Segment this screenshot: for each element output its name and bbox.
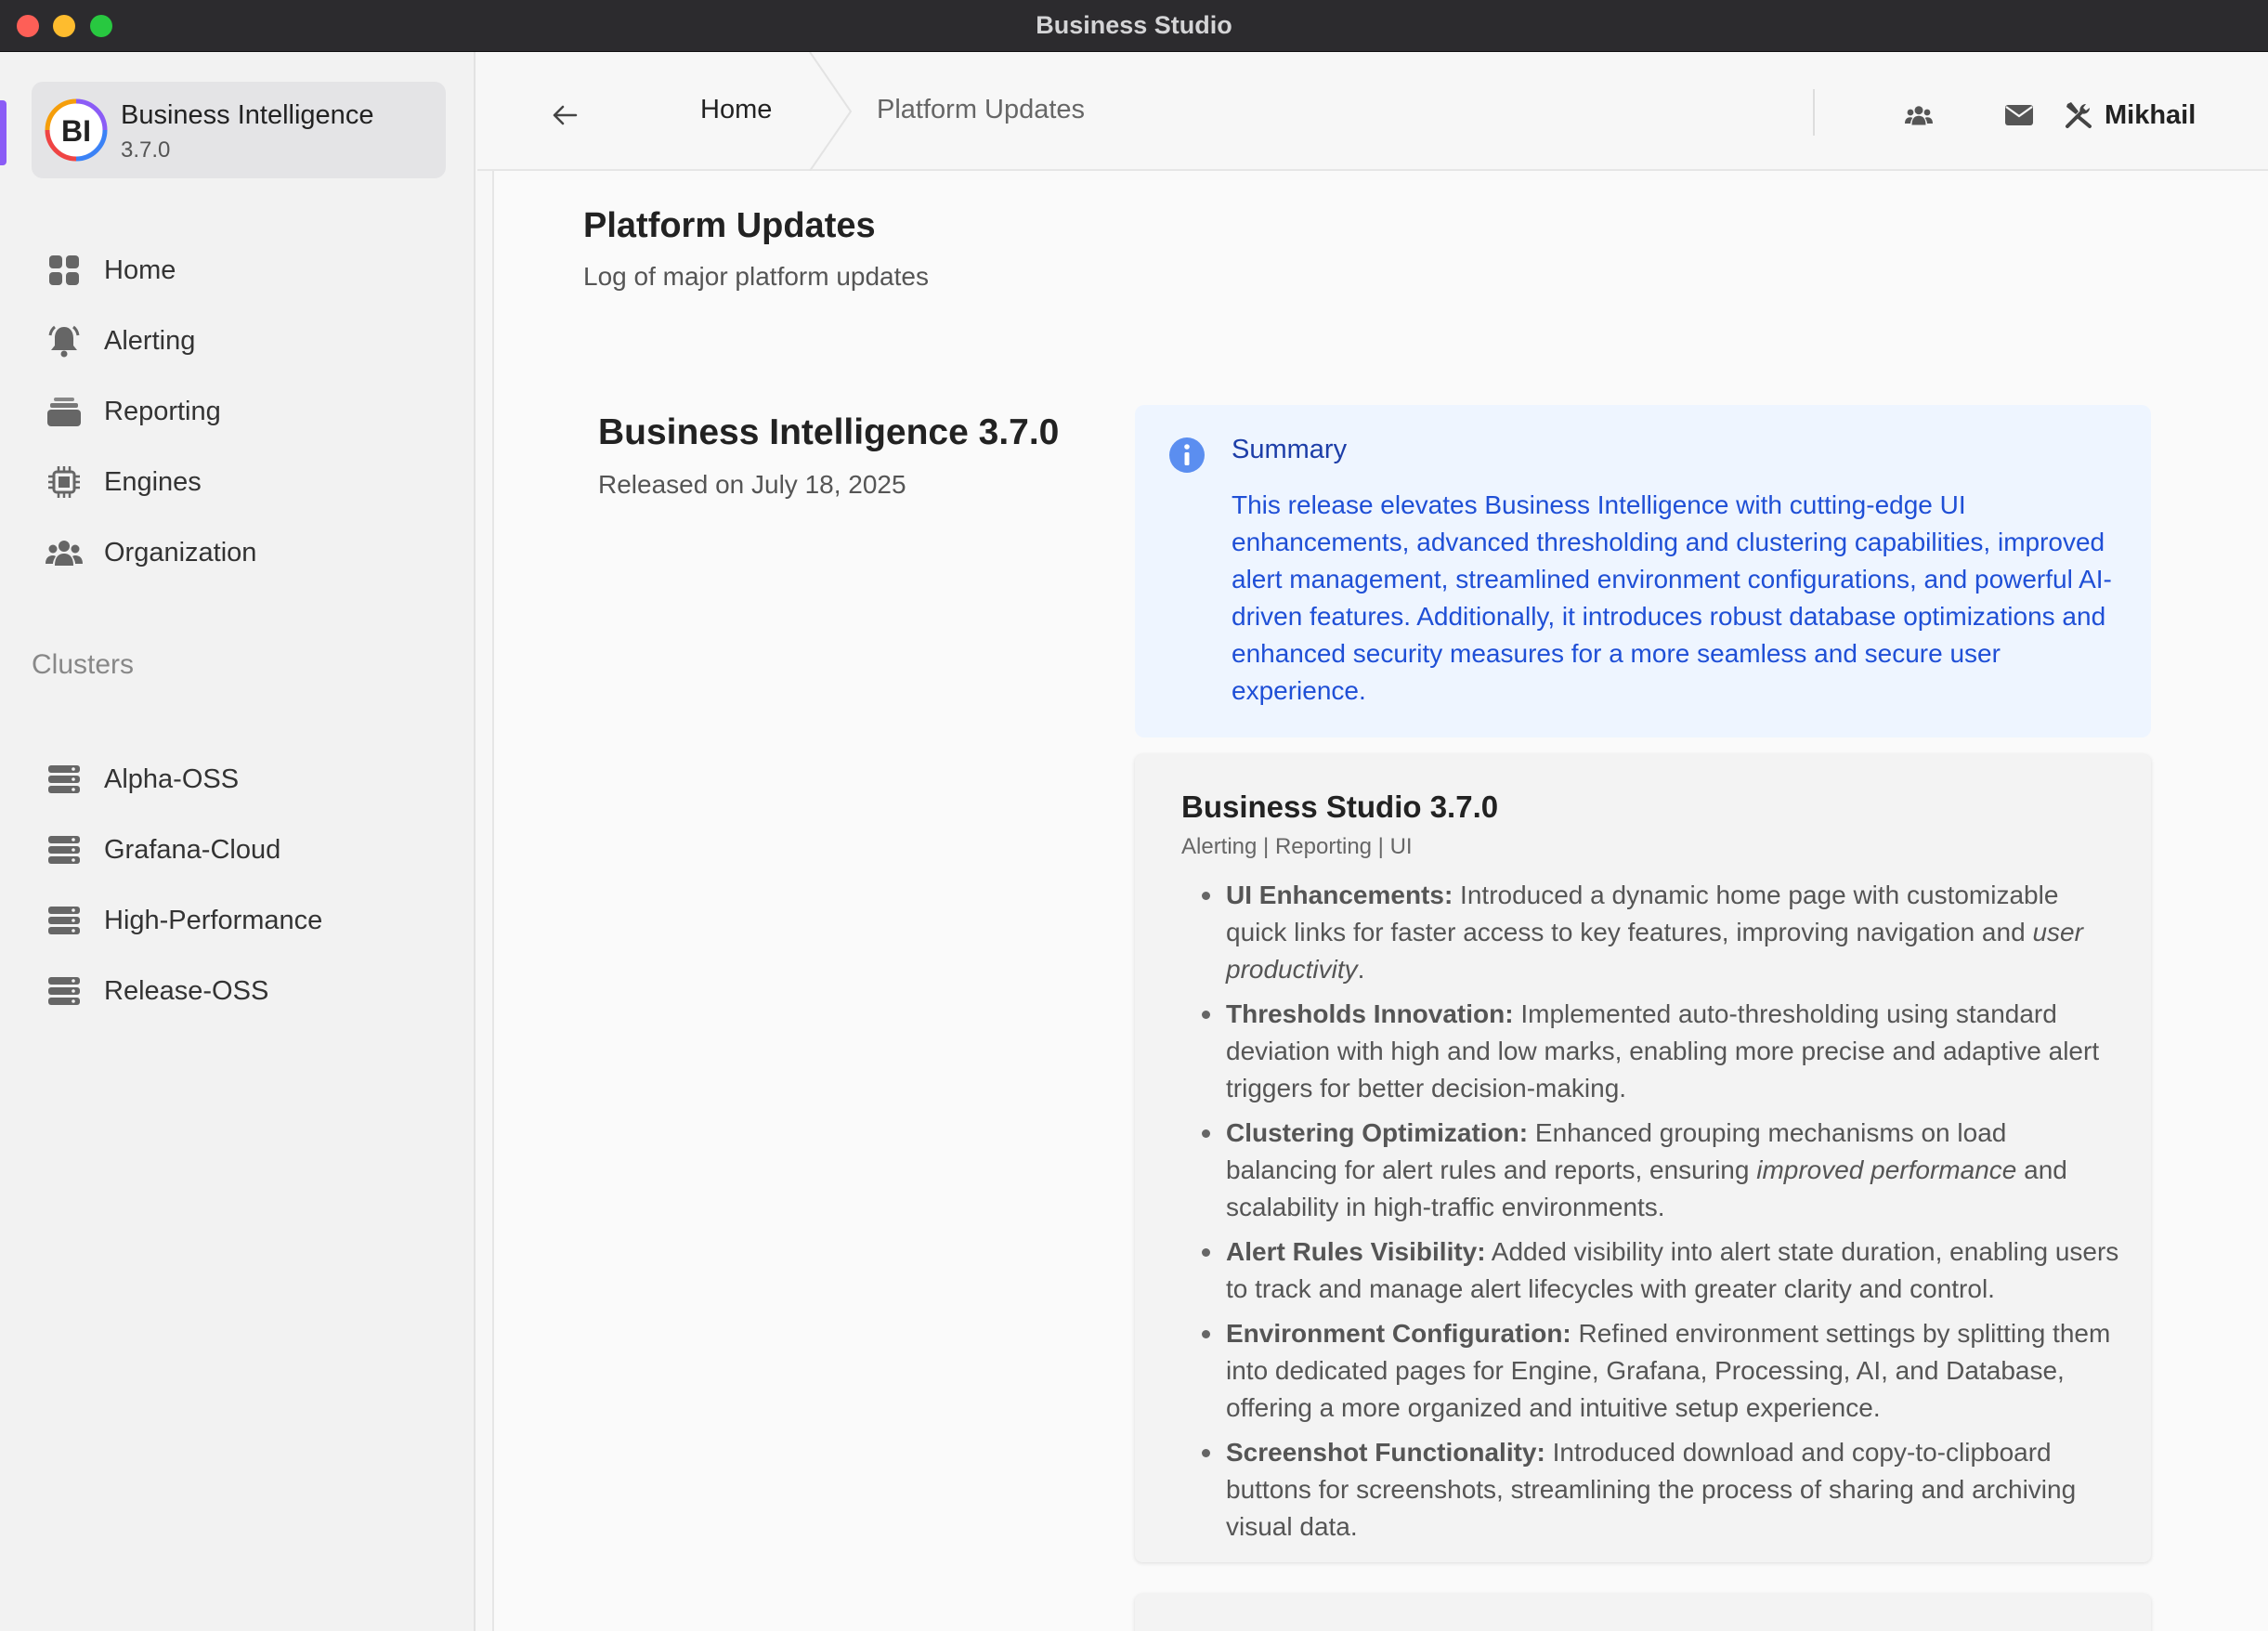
list-item: UI Enhancements: Introduced a dynamic ho… — [1181, 877, 2119, 988]
list-item: Thresholds Innovation: Implemented auto-… — [1181, 996, 2119, 1107]
back-button[interactable] — [537, 87, 593, 143]
sidebar-item-reporting[interactable]: Reporting — [32, 383, 446, 440]
header-divider — [1813, 89, 1815, 136]
change-list: UI Enhancements: Introduced a dynamic ho… — [1181, 877, 2119, 1553]
sidebar-item-grafana-cloud[interactable]: Grafana-Cloud — [32, 821, 446, 879]
server-icon — [32, 821, 97, 879]
title-bar: Business Studio — [0, 0, 2268, 52]
app-name: Business Intelligence — [121, 100, 374, 130]
sidebar-item-label: High-Performance — [104, 905, 323, 935]
app-accent-bar — [0, 100, 7, 165]
page-title: Platform Updates — [583, 206, 876, 245]
list-item: Environment Configuration: Refined envir… — [1181, 1315, 2119, 1427]
sidebar-item-alerting[interactable]: Alerting — [32, 312, 446, 370]
arrow-left-icon — [553, 105, 578, 125]
main-content: Platform Updates Log of major platform u… — [492, 171, 2268, 1631]
bell-icon — [32, 312, 97, 370]
sidebar-item-organization[interactable]: Organization — [32, 524, 446, 581]
summary-text: This release elevates Business Intellige… — [1232, 490, 2112, 705]
info-icon — [1169, 437, 1205, 473]
sidebar: BI Business Intelligence 3.7.0 Home Aler… — [0, 52, 476, 1631]
team-button[interactable] — [1891, 87, 1947, 143]
window-title: Business Studio — [1036, 11, 1232, 39]
clusters-section-label: Clusters — [32, 649, 135, 680]
sidebar-item-release-oss[interactable]: Release-OSS — [32, 962, 446, 1020]
server-icon — [32, 962, 97, 1020]
app-window: Business Studio BI Business Intelligence… — [0, 0, 2268, 1631]
list-item: Screenshot Functionality: Introduced dow… — [1181, 1434, 2119, 1546]
sidebar-item-label: Engines — [104, 466, 202, 497]
sidebar-item-label: Home — [104, 254, 176, 285]
detail-title: Business Studio 3.7.0 — [1181, 789, 1499, 824]
page-subtitle: Log of major platform updates — [583, 262, 929, 291]
summary-card: Summary This release elevates Business I… — [1135, 405, 2151, 737]
user-menu-button[interactable]: Mikhail — [2064, 87, 2196, 143]
server-icon — [32, 892, 97, 949]
breadcrumb-home[interactable]: Home — [700, 95, 772, 125]
next-release-card — [1135, 1594, 2151, 1631]
sidebar-item-label: Grafana-Cloud — [104, 834, 281, 865]
top-header: Home Platform Updates Mikhail — [477, 52, 2268, 171]
sidebar-item-alpha-oss[interactable]: Alpha-OSS — [32, 750, 446, 808]
breadcrumb-separator — [809, 52, 853, 171]
release-detail-card: Business Studio 3.7.0 Alerting | Reporti… — [1135, 754, 2151, 1562]
grid-icon — [32, 241, 97, 299]
sidebar-item-label: Organization — [104, 537, 257, 568]
tools-icon — [2066, 102, 2092, 128]
sidebar-item-high-performance[interactable]: High-Performance — [32, 892, 446, 949]
sidebar-item-label: Release-OSS — [104, 975, 269, 1006]
sidebar-item-engines[interactable]: Engines — [32, 453, 446, 511]
sidebar-item-label: Alpha-OSS — [104, 763, 240, 794]
sidebar-item-label: Alerting — [104, 325, 196, 356]
app-version: 3.7.0 — [121, 137, 171, 163]
sidebar-item-home[interactable]: Home — [32, 241, 446, 299]
bi-logo-icon: BI — [45, 98, 108, 162]
envelope-icon — [2005, 105, 2033, 125]
list-item: Clustering Optimization: Enhanced groupi… — [1181, 1115, 2119, 1226]
sidebar-item-label: Reporting — [104, 396, 221, 426]
messages-button[interactable] — [1991, 87, 2047, 143]
user-name: Mikhail — [2105, 99, 2196, 130]
users-icon — [1905, 106, 1933, 125]
chip-icon — [32, 453, 97, 511]
svg-text:BI: BI — [61, 114, 91, 148]
layers-icon — [32, 383, 97, 440]
detail-tags: Alerting | Reporting | UI — [1181, 834, 1413, 859]
breadcrumb-current: Platform Updates — [877, 95, 1086, 124]
summary-title: Summary — [1232, 435, 1348, 464]
users-icon — [32, 524, 97, 581]
server-icon — [32, 750, 97, 808]
list-item: Alert Rules Visibility: Added visibility… — [1181, 1233, 2119, 1308]
release-date: Released on July 18, 2025 — [598, 470, 906, 499]
release-title: Business Intelligence 3.7.0 — [598, 412, 1060, 452]
app-switcher[interactable]: BI Business Intelligence 3.7.0 — [32, 82, 446, 178]
